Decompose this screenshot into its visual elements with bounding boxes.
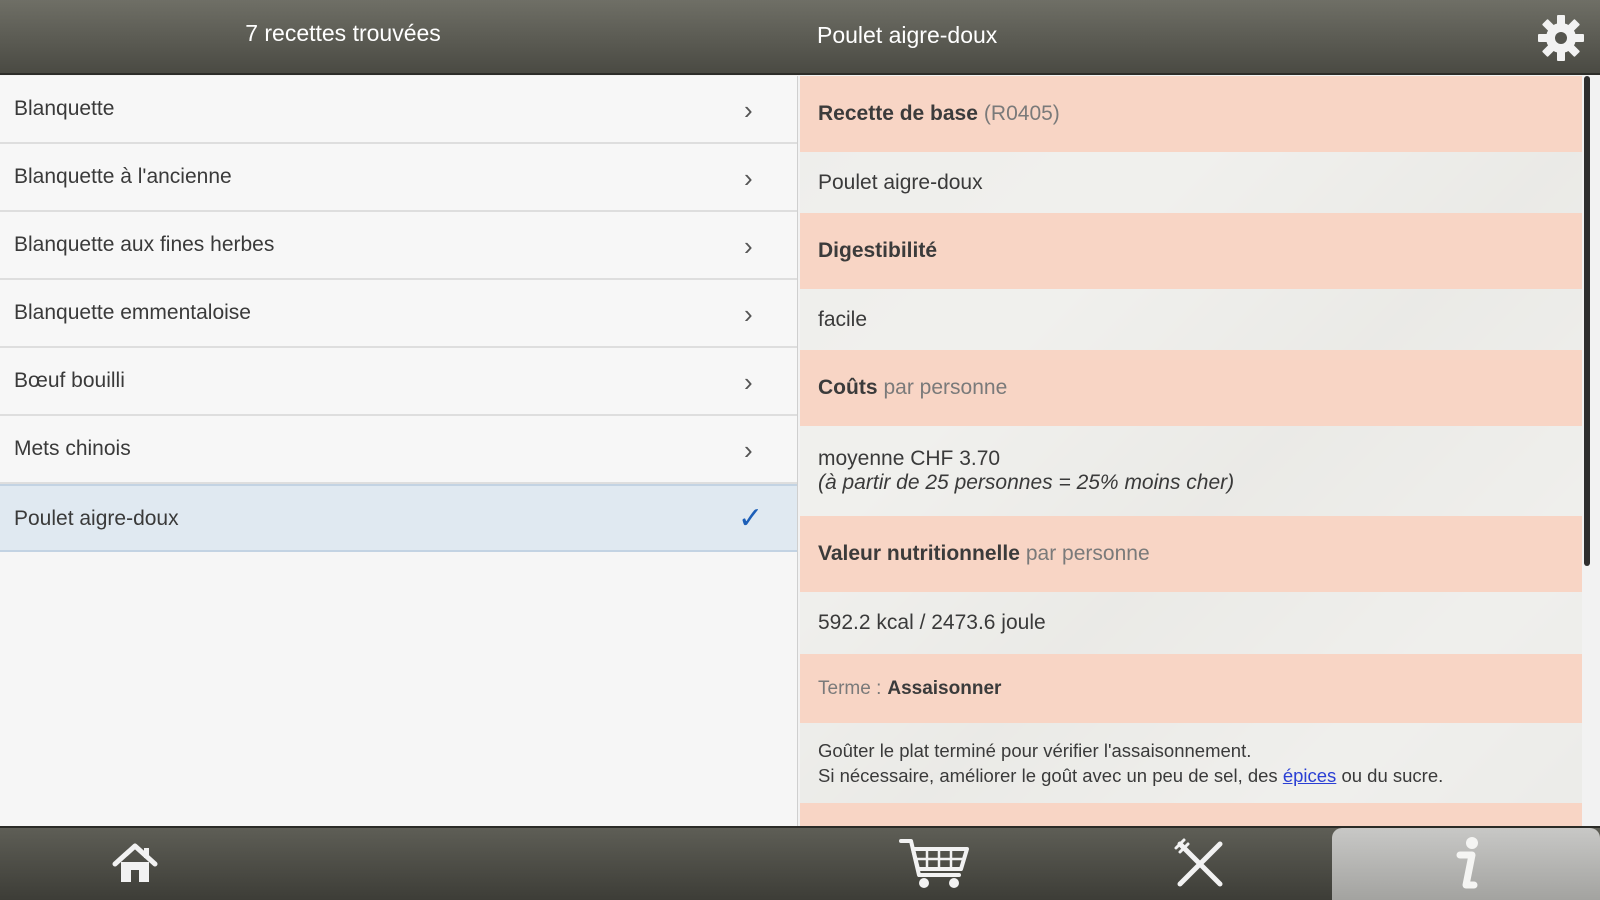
digestibility-label: Digestibilité	[818, 239, 938, 262]
term-body: Goûter le plat terminé pour vérifier l'a…	[800, 723, 1582, 803]
term-header: Terme : Assaisonner	[800, 654, 1582, 723]
term-line-2-text: Si nécessaire, améliorer le goût avec un…	[818, 765, 1283, 786]
nutrition-label: Valeur nutritionnelle	[818, 542, 1020, 565]
recipe-label: Blanquette aux fines herbes	[14, 233, 275, 256]
base-recipe-label: Recette de base	[818, 102, 978, 125]
cost-value: moyenne CHF 3.70	[818, 447, 1001, 470]
chevron-right-icon: ›	[744, 95, 753, 125]
recipe-label: Blanquette	[14, 97, 115, 120]
base-recipe-body: Poulet aigre-doux	[800, 152, 1582, 213]
recipes-tab[interactable]	[1170, 828, 1230, 900]
term-prefix: Terme :	[818, 677, 882, 699]
recipe-list: Blanquette › Blanquette à l'ancienne › B…	[0, 76, 798, 826]
nutrition-header: Valeur nutritionnelle par personne	[800, 516, 1582, 592]
nutrition-value: 592.2 kcal / 2473.6 joule	[818, 611, 1046, 634]
cart-icon	[899, 839, 969, 888]
base-recipe-code: (R0405)	[983, 102, 1060, 125]
utensils-icon	[1174, 838, 1223, 887]
bottom-nav	[0, 826, 1600, 900]
recipe-detail-panel[interactable]: Recette de base (R0405) Poulet aigre-dou…	[800, 76, 1582, 826]
info-icon	[1456, 837, 1478, 889]
gear-icon[interactable]	[1535, 12, 1587, 64]
recipe-label: Blanquette à l'ancienne	[14, 165, 232, 188]
recipe-label: Poulet aigre-doux	[14, 507, 179, 530]
term-value: Assaisonner	[887, 677, 1002, 699]
recipe-label: Mets chinois	[14, 437, 131, 460]
home-tab[interactable]	[100, 828, 170, 900]
list-item[interactable]: Blanquette ›	[0, 76, 797, 144]
chevron-right-icon: ›	[744, 231, 753, 261]
list-item[interactable]: Mets chinois ›	[0, 416, 797, 484]
checkmark-icon: ✓	[738, 502, 764, 535]
chevron-right-icon: ›	[744, 367, 753, 397]
term-line-2-end: ou du sucre.	[1336, 765, 1444, 786]
nutrition-suffix: par personne	[1025, 542, 1150, 565]
top-bar: 7 recettes trouvées Poulet aigre-doux	[0, 0, 1600, 75]
list-item-selected[interactable]: Poulet aigre-doux ✓	[0, 484, 797, 552]
term-line-2: Si nécessaire, améliorer le goût avec un…	[818, 763, 1564, 788]
next-section-header	[800, 803, 1582, 826]
digestibility-header: Digestibilité	[800, 213, 1582, 289]
chevron-right-icon: ›	[744, 435, 753, 465]
spices-link[interactable]: épices	[1283, 765, 1336, 786]
digestibility-body: facile	[800, 289, 1582, 350]
base-recipe-value: Poulet aigre-doux	[818, 170, 983, 194]
cost-body: moyenne CHF 3.70 (à partir de 25 personn…	[800, 426, 1582, 516]
nutrition-body: 592.2 kcal / 2473.6 joule	[800, 592, 1582, 654]
results-count-title: 7 recettes trouvées	[245, 20, 441, 46]
recipe-label: Bœuf bouilli	[14, 369, 125, 392]
chevron-right-icon: ›	[744, 163, 753, 193]
list-item[interactable]: Blanquette à l'ancienne ›	[0, 144, 797, 212]
chevron-right-icon: ›	[744, 299, 753, 329]
digestibility-value: facile	[818, 307, 868, 331]
term-line-1: Goûter le plat terminé pour vérifier l'a…	[818, 740, 1252, 761]
recipe-detail-title: Poulet aigre-doux	[817, 22, 998, 48]
cost-suffix: par personne	[883, 376, 1008, 399]
list-item[interactable]: Blanquette aux fines herbes ›	[0, 212, 797, 280]
cart-tab[interactable]	[895, 828, 975, 900]
base-recipe-header: Recette de base (R0405)	[800, 76, 1582, 152]
cost-label: Coûts	[818, 376, 878, 399]
home-icon	[112, 843, 158, 882]
recipe-label: Blanquette emmentaloise	[14, 301, 251, 324]
scrollbar[interactable]	[1584, 76, 1590, 566]
cost-note: (à partir de 25 personnes = 25% moins ch…	[818, 471, 1235, 494]
cost-header: Coûts par personne	[800, 350, 1582, 426]
list-item[interactable]: Bœuf bouilli ›	[0, 348, 797, 416]
list-item[interactable]: Blanquette emmentaloise ›	[0, 280, 797, 348]
info-tab[interactable]	[1332, 828, 1600, 900]
